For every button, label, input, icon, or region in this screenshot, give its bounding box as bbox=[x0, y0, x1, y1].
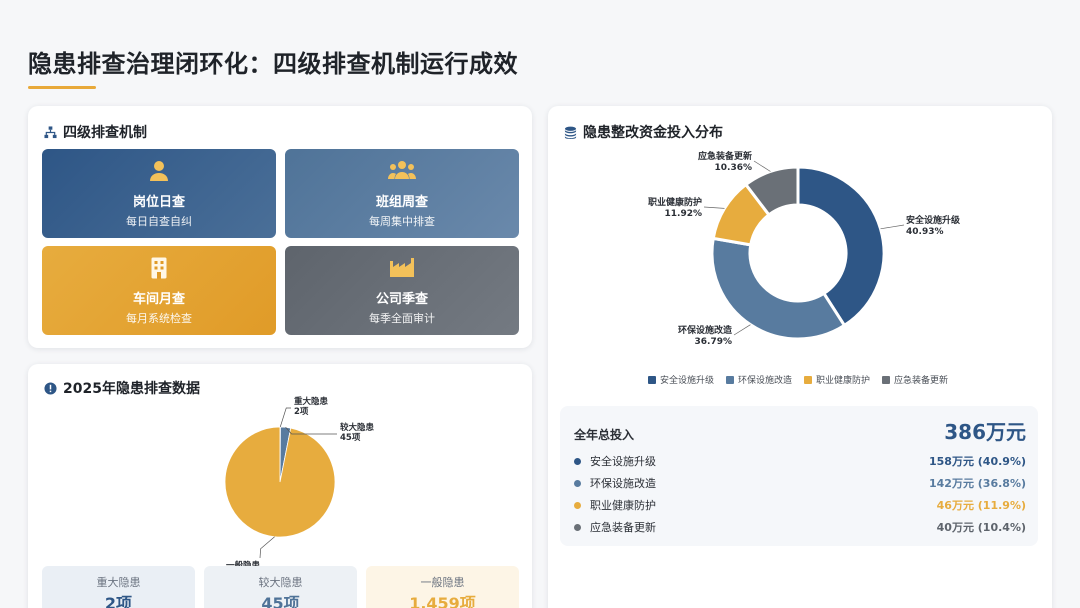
funding-summary: 全年总投入 386万元 安全设施升级 158万元 (40.9%) 环保设施改造 … bbox=[560, 406, 1038, 546]
bullet-dot-icon bbox=[574, 523, 581, 531]
summary-item-value: 40万元 (10.4%) bbox=[936, 521, 1026, 534]
tile-desc: 每季全面审计 bbox=[369, 312, 435, 325]
legend-swatch bbox=[726, 375, 735, 384]
stat-label: 较大隐患 bbox=[258, 576, 303, 589]
funding-donut-chart: 安全设施升级40.93% 环保设施改造36.79% 职业健康防护11.92% 应急装备… bbox=[648, 150, 961, 347]
building-icon bbox=[42, 257, 276, 279]
hazard-pie-chart: 重大隐患2项较大隐患45项一般隐患1459项 bbox=[224, 396, 375, 581]
tile-name: 公司季查 bbox=[375, 292, 428, 307]
legend-swatch bbox=[882, 375, 891, 384]
summary-item-name: 应急装备更新 bbox=[590, 521, 656, 534]
summary-row: 环保设施改造 142万元 (36.8%) bbox=[574, 475, 1026, 491]
legend-label: 环保设施改造 bbox=[738, 376, 793, 386]
tile-desc: 每日自查自纠 bbox=[126, 215, 192, 228]
summary-row: 职业健康防护 46万元 (11.9%) bbox=[574, 497, 1026, 513]
stat-value: 2项 bbox=[104, 594, 133, 608]
legend-label: 职业健康防护 bbox=[816, 376, 871, 386]
stat-larger: 较大隐患 45项 bbox=[204, 566, 357, 608]
summary-row: 应急装备更新 40万元 (10.4%) bbox=[574, 519, 1026, 535]
donut-label-name: 安全设施升级 bbox=[906, 214, 961, 226]
summary-item-value: 46万元 (11.9%) bbox=[936, 499, 1026, 512]
donut-leader-line bbox=[703, 206, 725, 209]
donut-label-name: 应急装备更新 bbox=[698, 150, 752, 162]
summary-total-value: 386万元 bbox=[944, 420, 1026, 444]
summary-total-label: 全年总投入 bbox=[574, 428, 635, 442]
mechanism-card: 四级排查机制 岗位日查 每日自查自纠 班组周查 每周集中排查 车间月查 每月系统… bbox=[28, 106, 532, 348]
pie-leader-line bbox=[259, 536, 275, 559]
pie-label-value: 2项 bbox=[294, 407, 309, 417]
bullet-dot-icon bbox=[574, 501, 581, 509]
pie-label-name: 重大隐患 bbox=[294, 396, 329, 407]
pie-label-value: 45项 bbox=[340, 433, 361, 443]
legend-label: 安全设施升级 bbox=[660, 376, 715, 386]
tile-desc: 每周集中排查 bbox=[369, 215, 435, 228]
legend-item[interactable]: 安全设施升级 bbox=[648, 373, 714, 386]
funding-card-header: 隐患整改资金投入分布 bbox=[564, 122, 723, 142]
donut-label-value: 11.92% bbox=[665, 209, 703, 219]
stat-major: 重大隐患 2项 bbox=[42, 566, 195, 608]
page-title: 隐患排查治理闭环化：四级排查机制运行成效 bbox=[28, 50, 518, 78]
pie-slice[interactable] bbox=[224, 426, 336, 538]
legend-label: 应急装备更新 bbox=[894, 376, 949, 386]
summary-row: 安全设施升级 158万元 (40.9%) bbox=[574, 453, 1026, 469]
summary-item-name: 职业健康防护 bbox=[590, 499, 656, 512]
funding-legend: 安全设施升级 环保设施改造 职业健康防护 应急装备更新 bbox=[648, 373, 948, 386]
legend-swatch bbox=[804, 375, 813, 384]
tile-post-daily[interactable]: 岗位日查 每日自查自纠 bbox=[42, 149, 276, 238]
summary-item-name: 安全设施升级 bbox=[590, 455, 656, 468]
stat-general: 一般隐患 1,459项 bbox=[366, 566, 519, 608]
bullet-dot-icon bbox=[574, 479, 581, 487]
donut-label-value: 10.36% bbox=[715, 163, 753, 173]
tile-name: 车间月查 bbox=[132, 292, 185, 307]
sitemap-icon bbox=[44, 125, 57, 139]
exclamation-circle-icon bbox=[44, 381, 57, 395]
donut-leader-line bbox=[733, 324, 751, 336]
pie-label-name: 较大隐患 bbox=[340, 422, 375, 433]
summary-item-value: 142万元 (36.8%) bbox=[928, 477, 1026, 490]
stat-value: 45项 bbox=[261, 594, 300, 608]
donut-label-value: 40.93% bbox=[906, 227, 944, 237]
legend-item[interactable]: 应急装备更新 bbox=[882, 373, 948, 386]
title-underline bbox=[28, 86, 96, 89]
donut-label-name: 职业健康防护 bbox=[648, 196, 702, 208]
tile-company-quarterly[interactable]: 公司季查 每季全面审计 bbox=[285, 246, 519, 335]
factory-icon bbox=[285, 257, 519, 277]
donut-leader-line bbox=[753, 160, 771, 172]
donut-label-value: 36.79% bbox=[695, 337, 733, 347]
donut-leader-line bbox=[880, 224, 905, 230]
pie-leader-line bbox=[279, 407, 291, 428]
mechanism-card-title: 四级排查机制 bbox=[63, 125, 147, 141]
funding-card-title: 隐患整改资金投入分布 bbox=[583, 125, 723, 141]
legend-item[interactable]: 环保设施改造 bbox=[726, 373, 792, 386]
bullet-dot-icon bbox=[574, 457, 581, 465]
user-icon bbox=[42, 160, 276, 182]
legend-swatch bbox=[648, 375, 656, 384]
donut-slice[interactable] bbox=[710, 236, 847, 341]
stat-label: 重大隐患 bbox=[96, 576, 141, 589]
mechanism-card-header: 四级排查机制 bbox=[44, 122, 147, 142]
donut-label-name: 环保设施改造 bbox=[678, 324, 733, 336]
tile-desc: 每月系统检查 bbox=[126, 312, 192, 325]
tile-name: 班组周查 bbox=[375, 195, 428, 210]
tile-workshop-monthly[interactable]: 车间月查 每月系统检查 bbox=[42, 246, 276, 335]
stat-value: 1,459项 bbox=[409, 594, 476, 608]
summary-item-name: 环保设施改造 bbox=[590, 477, 656, 490]
stat-label: 一般隐患 bbox=[420, 576, 465, 589]
tile-team-weekly[interactable]: 班组周查 每周集中排查 bbox=[285, 149, 519, 238]
hazard-card: 2025年隐患排查数据 重大隐患2项较大隐患45项一般隐患1459项 重大隐患 … bbox=[28, 364, 532, 608]
coins-icon bbox=[564, 126, 577, 139]
users-icon bbox=[285, 160, 519, 180]
legend-item[interactable]: 职业健康防护 bbox=[804, 373, 870, 386]
summary-item-value: 158万元 (40.9%) bbox=[928, 455, 1026, 468]
tile-name: 岗位日查 bbox=[132, 195, 185, 210]
